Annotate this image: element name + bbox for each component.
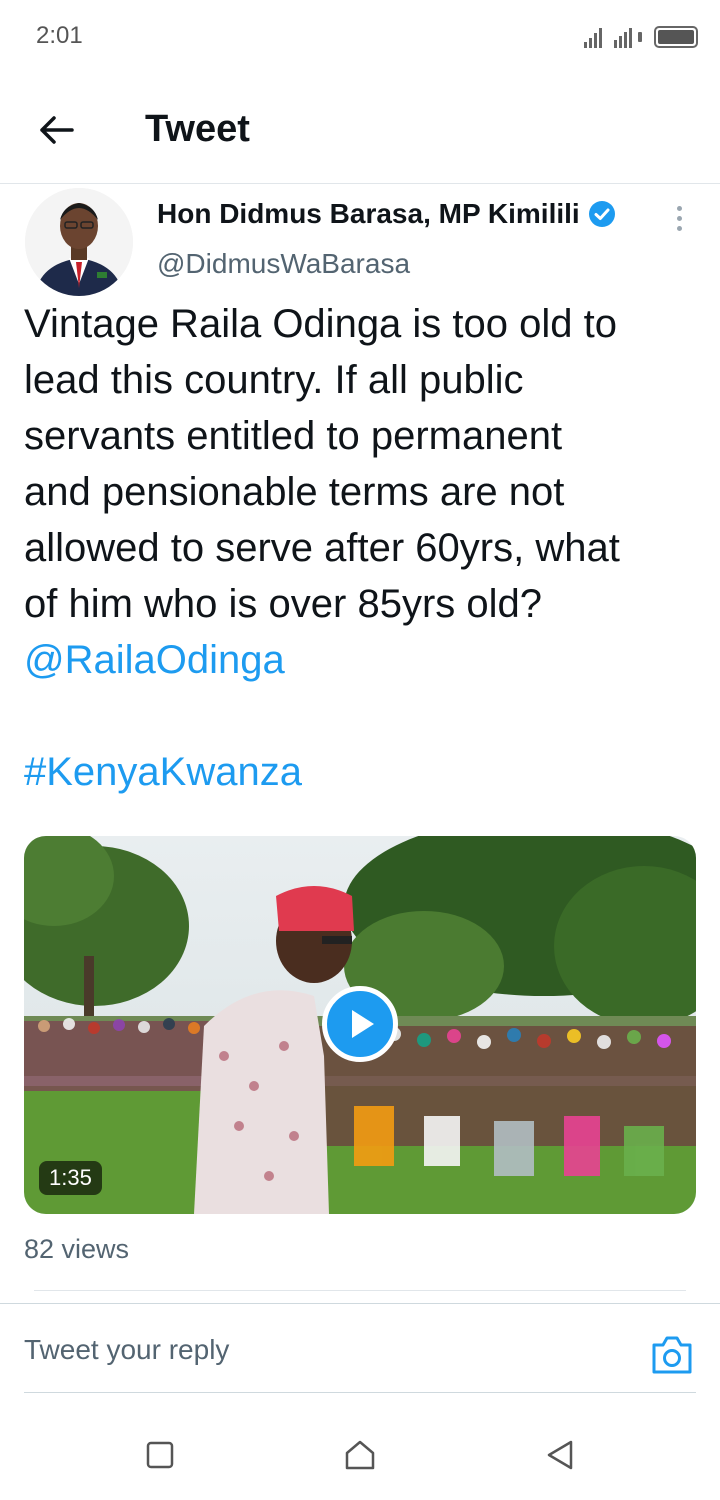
avatar-image — [25, 188, 133, 296]
recents-button[interactable] — [140, 1435, 180, 1475]
verified-badge-icon — [589, 201, 615, 227]
divider — [24, 1392, 696, 1393]
status-icons — [584, 22, 698, 48]
author-name[interactable]: Hon Didmus Barasa, MP Kimilili — [157, 198, 580, 230]
tweet-text-line: of him who is over 85yrs old? — [24, 582, 543, 626]
page-header: Tweet — [0, 72, 720, 184]
view-count: 82 views — [24, 1234, 130, 1264]
arrow-left-icon — [40, 116, 74, 144]
page-title: Tweet — [145, 108, 250, 150]
play-button[interactable] — [322, 986, 398, 1062]
camera-button[interactable] — [650, 1334, 694, 1376]
system-nav-bar — [0, 1405, 720, 1500]
home-button[interactable] — [340, 1435, 380, 1475]
home-icon — [345, 1440, 375, 1470]
mention-link[interactable]: @RailaOdinga — [24, 632, 704, 688]
avatar[interactable] — [25, 188, 133, 296]
back-nav-button[interactable] — [540, 1435, 580, 1475]
signal-icon — [614, 26, 632, 48]
more-options-button[interactable] — [664, 198, 694, 238]
back-button[interactable] — [30, 104, 82, 156]
reply-input[interactable] — [24, 1334, 624, 1366]
divider — [34, 1290, 686, 1291]
divider — [0, 1303, 720, 1304]
back-triangle-icon — [547, 1440, 573, 1470]
video-player[interactable]: 1:35 — [24, 836, 696, 1214]
video-duration: 1:35 — [39, 1161, 102, 1195]
tweet-text-line: lead this country. If all public — [24, 358, 524, 402]
author-handle[interactable]: @DidmusWaBarasa — [157, 248, 410, 280]
hashtag-link[interactable]: #KenyaKwanza — [24, 744, 302, 800]
tweet-text-line: allowed to serve after 60yrs, what — [24, 526, 620, 570]
tweet-text-line: and pensionable terms are not — [24, 470, 565, 514]
battery-icon — [654, 26, 698, 48]
camera-icon — [652, 1336, 692, 1374]
signal-icon — [584, 26, 602, 48]
status-time: 2:01 — [36, 22, 83, 49]
tweet-text-line: Vintage Raila Odinga is too old to — [24, 302, 617, 346]
tweet-text: Vintage Raila Odinga is too old to lead … — [24, 296, 704, 688]
square-icon — [146, 1441, 174, 1469]
tweet-text-line: servants entitled to permanent — [24, 414, 563, 458]
more-vertical-icon — [676, 205, 682, 211]
status-bar: 2:01 — [0, 0, 720, 72]
battery-tip — [638, 32, 642, 42]
